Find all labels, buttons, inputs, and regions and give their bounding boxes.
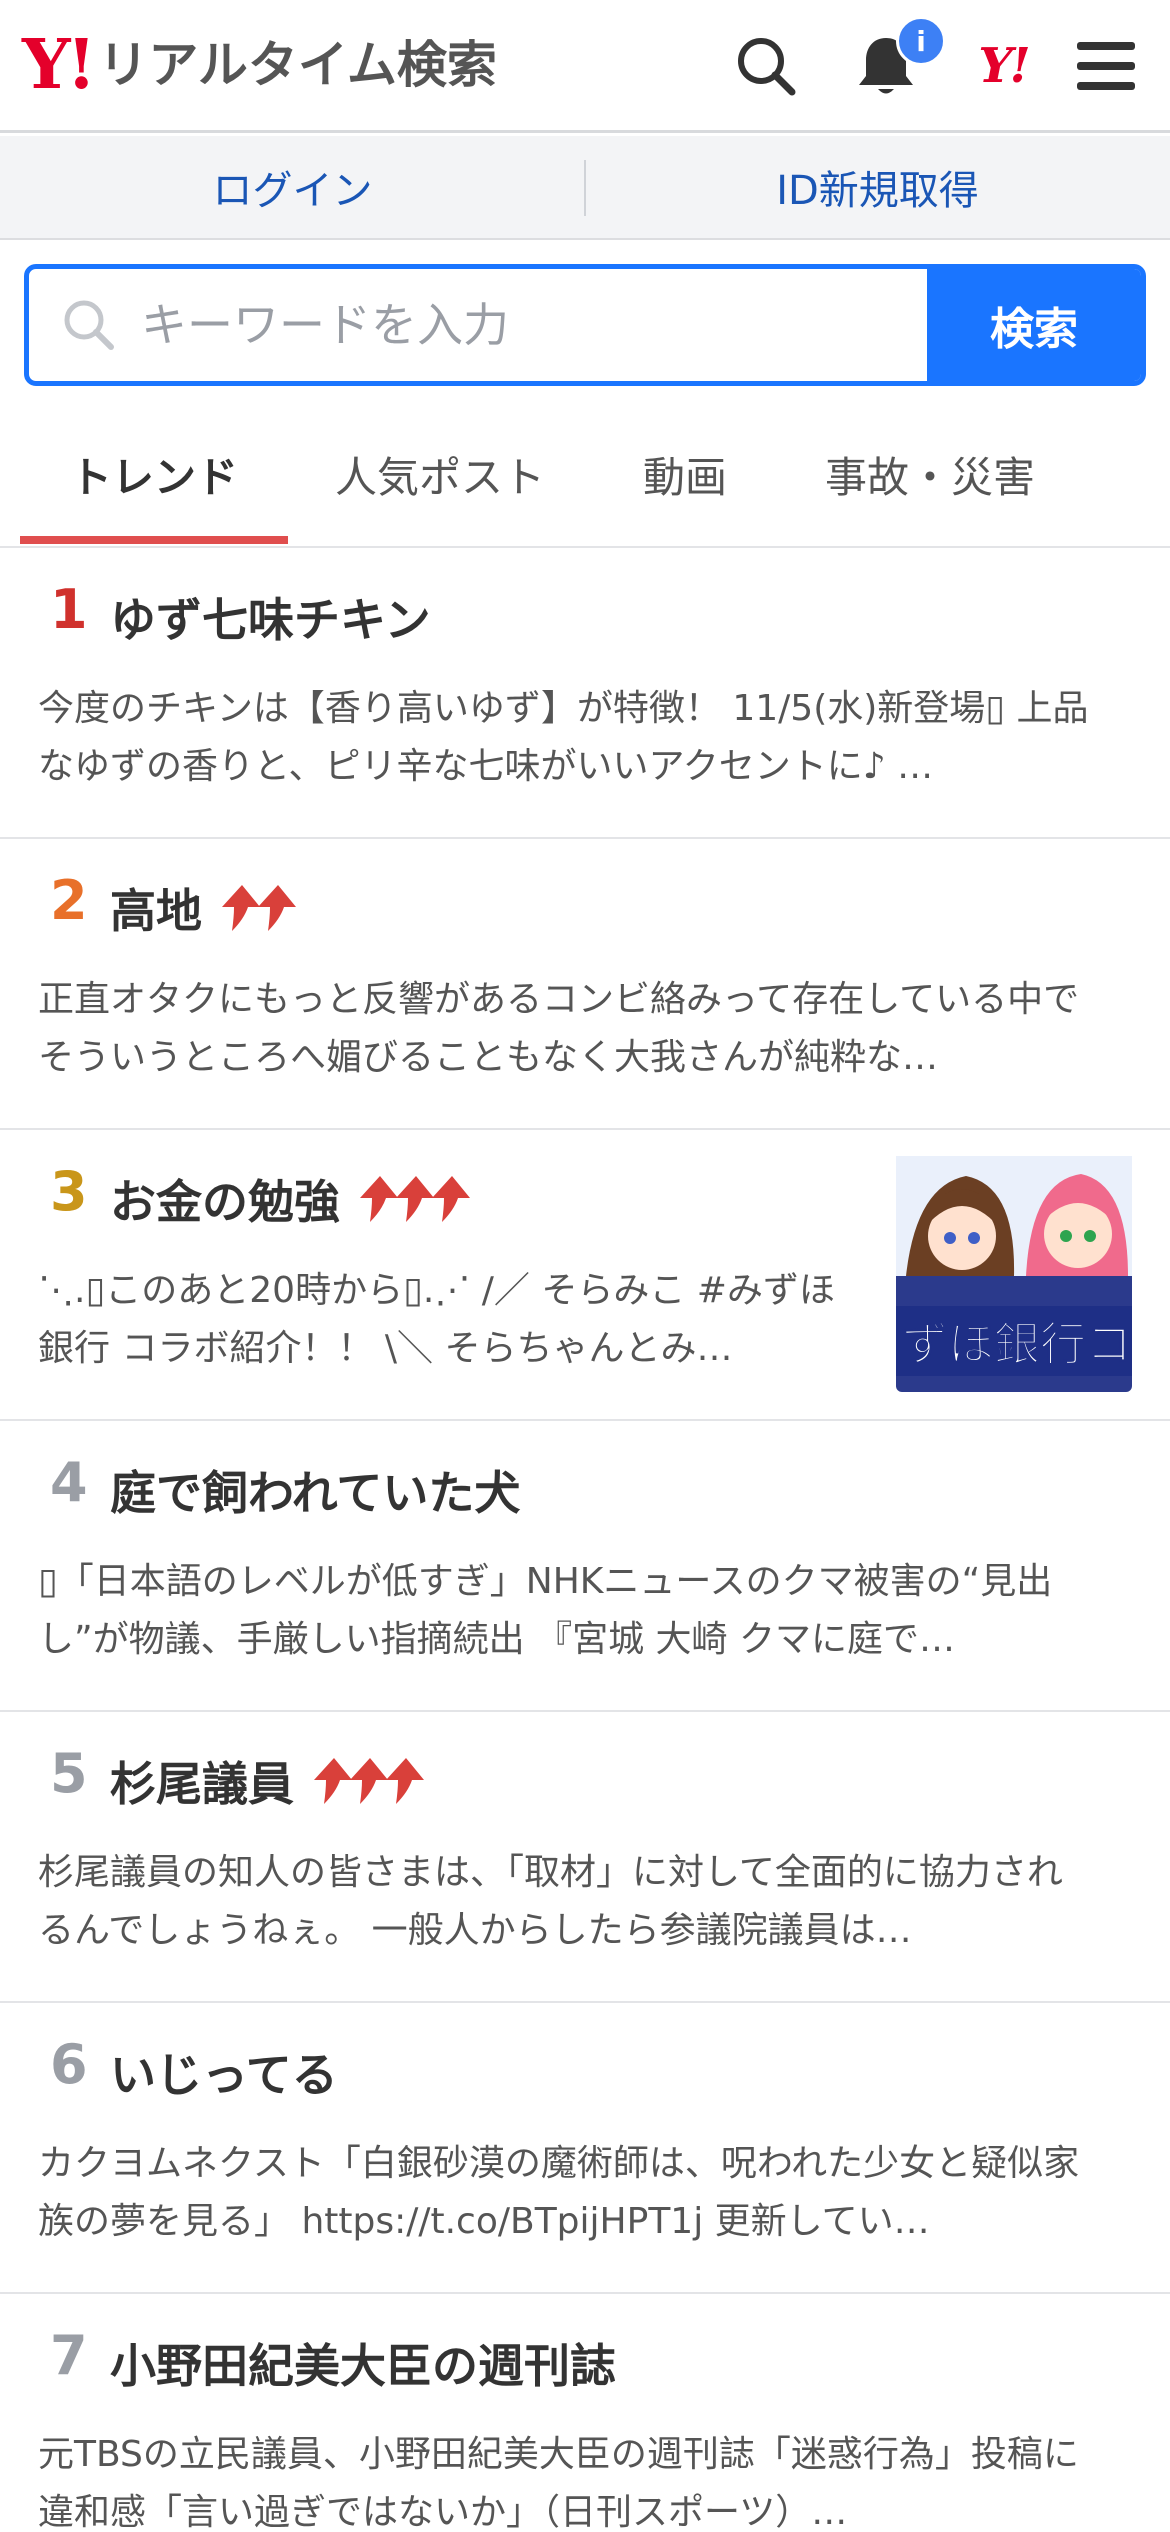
trend-title[interactable]: 小野田紀美大臣の週刊誌 [110,2330,616,2396]
trend-description: 正直オタクにもっと反響があるコンビ絡みって存在している中でそういうところへ媚びる… [38,979,1080,1078]
auth-divider [584,160,586,216]
trend-title[interactable]: お金の勉強 [110,1166,470,1232]
trend-description: 今度のチキンは【香り高いゆず】が特徴！ 11/5(水)新登場▯ 上品なゆずの香り… [38,688,1089,787]
up-arrow-icon [258,885,296,931]
trend-title[interactable]: 杉尾議員 [110,1748,424,1814]
trend-title-text: ゆず七味チキン [110,593,431,647]
trend-rank: 6 [50,2033,88,2096]
yahoo-home-button[interactable]: Y! [965,28,1041,104]
header-search-button[interactable] [728,28,804,104]
trend-description: 杉尾議員の知人の皆さまは、「取材」に対して全面的に協力されるんでしょうねぇ。 一… [38,1852,1063,1951]
trending-up-icon [218,883,296,933]
search-field-icon [64,300,114,350]
active-tab-indicator [20,536,288,544]
trend-item[interactable]: 6 いじってるカクヨムネクスト「白銀砂漠の魔術師は、呪われた少女と疑似家族の夢を見… [0,2003,1170,2294]
trend-title-text: いじってる [110,2048,338,2102]
trend-item[interactable]: 2 高地正直オタクにもっと反響があるコンビ絡みって存在している中でそういうところへ… [0,839,1170,1130]
trend-thumbnail[interactable]: ずほ銀行コラ [896,1156,1132,1392]
trend-title-text: 小野田紀美大臣の週刊誌 [110,2339,616,2393]
trend-item[interactable]: 1 ゆず七味チキン今度のチキンは【香り高いゆず】が特徴！ 11/5(水)新登場▯ … [0,548,1170,839]
tab-videos[interactable]: 動画 [600,402,770,546]
app-header: Y! リアルタイム検索 i Y! [0,0,1170,133]
menu-button[interactable] [1068,28,1144,104]
search-icon [738,38,796,96]
up-arrow-icon [386,1758,424,1804]
trend-rank: 3 [50,1160,88,1223]
trend-title-text: 杉尾議員 [110,1757,294,1811]
trending-up-icon [356,1174,470,1224]
trend-list: 1 ゆず七味チキン今度のチキンは【香り高いゆず】が特徴！ 11/5(水)新登場▯ … [0,548,1170,2532]
trend-description: ⋱.▯このあと20時から▯.⋰ /／ そらみこ #みずほ銀行 コラボ紹介！！ \… [38,1270,835,1369]
trend-title[interactable]: 高地 [110,875,296,941]
tab-popular-posts[interactable]: 人気ポスト [300,402,580,546]
trend-rank: 4 [50,1451,88,1514]
search-input[interactable] [29,269,927,381]
trend-title-text: 庭で飼われていた犬 [110,1466,521,1520]
notification-badge: i [896,16,946,66]
yahoo-logo-icon: Y! [978,38,1030,94]
search-submit-button[interactable]: 検索 [927,269,1141,381]
trend-description: ▯「日本語のレベルが低すぎ」NHKニュースのクマ被害の“見出し”が物議、手厳しい… [38,1561,1053,1660]
trend-rank: 5 [50,1742,88,1805]
trend-title-text: 高地 [110,884,202,938]
register-link[interactable]: ID新規取得 [585,136,1170,238]
category-tabs: トレンド 人気ポスト 動画 事故・災害 [0,402,1170,548]
logo-text: リアルタイム検索 [98,36,497,94]
tab-trend[interactable]: トレンド [20,402,288,546]
trend-rank: 7 [50,2324,88,2387]
trend-rank: 1 [50,578,88,641]
search-field-wrapper [29,269,927,381]
trending-up-icon [310,1756,424,1806]
trend-item[interactable]: 4 庭で飼われていた犬 ▯「日本語のレベルが低すぎ」NHKニュースのクマ被害の“見出… [0,1421,1170,1712]
trend-title[interactable]: 庭で飼われていた犬 [110,1457,520,1523]
login-link[interactable]: ログイン [0,136,585,238]
trend-rank: 2 [50,869,88,932]
trend-item[interactable]: 7 小野田紀美大臣の週刊誌元TBSの立民議員、小野田紀美大臣の週刊誌「迷惑行為」投… [0,2294,1170,2532]
tab-accidents-disasters[interactable]: 事故・災害 [790,402,1070,546]
trend-title-text: お金の勉強 [110,1175,340,1229]
yahoo-realtime-logo[interactable]: Y! リアルタイム検索 [22,30,497,100]
hamburger-menu-icon [1077,42,1135,90]
up-arrow-icon [432,1176,470,1222]
trend-description: 元TBSの立民議員、小野田紀美大臣の週刊誌「迷惑行為」投稿に違和感「言い過ぎでは… [38,2434,1079,2532]
trend-title[interactable]: ゆず七味チキン [110,584,431,650]
search-bar: 検索 [24,264,1146,386]
trend-title[interactable]: いじってる [110,2039,338,2105]
thumbnail-caption: ずほ銀行コラ [902,1317,1132,1371]
logo-mark: Y! [22,25,96,105]
trend-description: カクヨムネクスト「白銀砂漠の魔術師は、呪われた少女と疑似家族の夢を見る」 htt… [38,2143,1080,2242]
auth-bar: ログイン ID新規取得 [0,136,1170,240]
trend-item[interactable]: 5 杉尾議員杉尾議員の知人の皆さまは、「取材」に対して全面的に協力されるんでしょう… [0,1712,1170,2003]
